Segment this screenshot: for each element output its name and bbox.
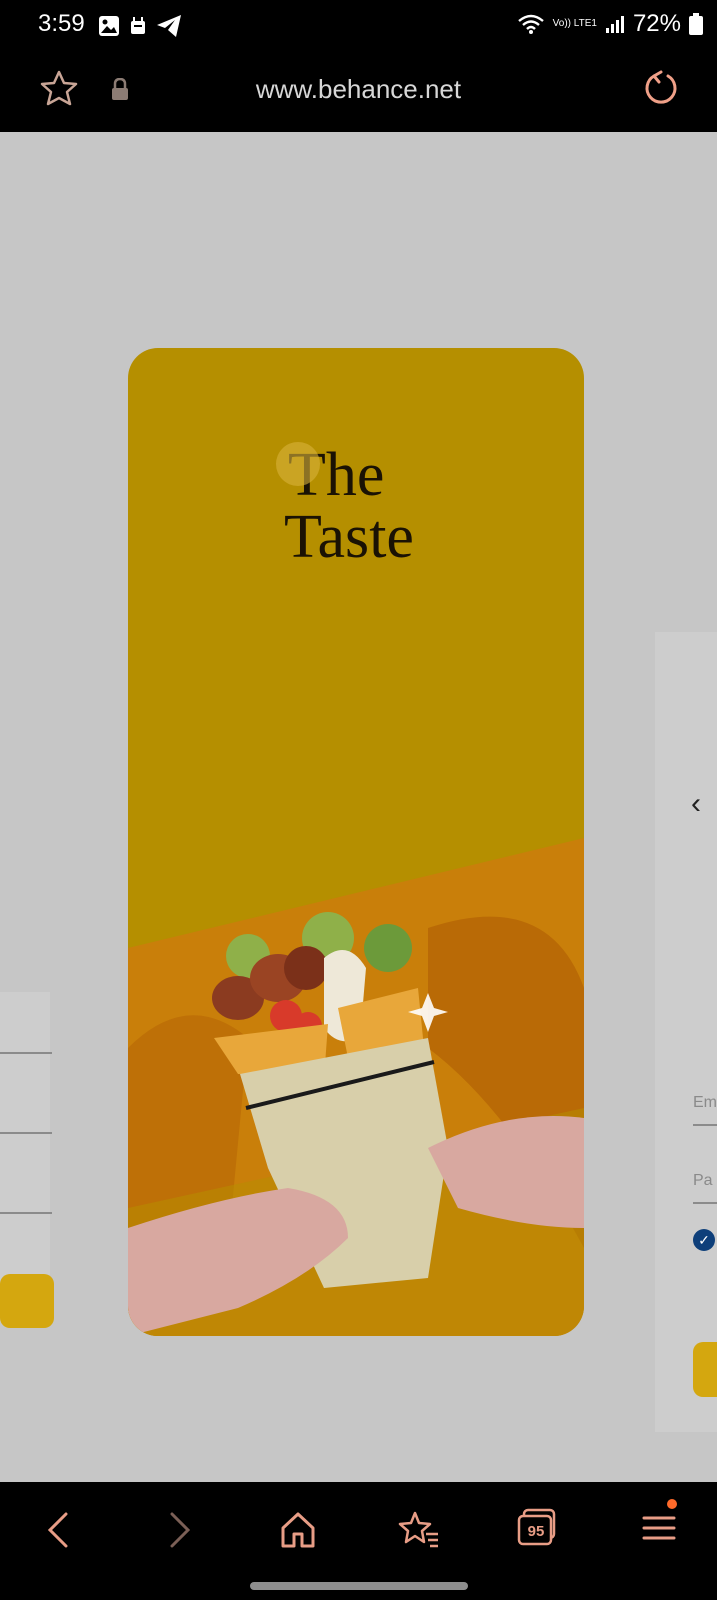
password-label: Pa (693, 1172, 713, 1189)
battery-icon (689, 13, 703, 35)
left-preview-screen (0, 992, 54, 1328)
status-time: 3:59 (38, 10, 85, 37)
page-content: ‹ Em Pa ✓ The Taste (0, 132, 717, 1482)
gesture-bar[interactable] (250, 1582, 468, 1590)
gallery-icon (99, 16, 119, 36)
back-chevron-icon: ‹ (691, 787, 701, 820)
field-underline (0, 1052, 52, 1054)
bookmarks-icon[interactable] (398, 1510, 440, 1550)
right-preview-screen: ‹ Em Pa ✓ (655, 632, 717, 1432)
field-underline (693, 1124, 717, 1126)
forward-icon[interactable] (164, 1510, 194, 1550)
reload-icon[interactable] (641, 68, 681, 108)
tabs-button[interactable]: 95 (516, 1508, 558, 1548)
preview-button (0, 1274, 54, 1328)
field-underline (0, 1132, 52, 1134)
wrap-illustration (128, 442, 584, 1336)
system-status: Vo)) LTE1 72% (517, 10, 703, 38)
wifi-icon (517, 14, 544, 34)
calendar-icon (131, 17, 145, 34)
splash-card: The Taste (128, 348, 584, 1336)
field-underline (693, 1202, 717, 1204)
lte-indicator: Vo)) LTE1 (552, 18, 597, 29)
signal-icon (605, 16, 624, 33)
url-text[interactable]: www.behance.net (0, 74, 717, 105)
notification-icons (98, 14, 182, 38)
back-icon[interactable] (44, 1510, 74, 1550)
email-label: Em (693, 1094, 717, 1111)
home-icon[interactable] (280, 1510, 316, 1550)
preview-button (693, 1342, 717, 1397)
checkbox-checked-icon: ✓ (693, 1229, 715, 1251)
telegram-icon (157, 15, 181, 37)
battery-percent: 72% (632, 10, 681, 37)
browser-url-bar: www.behance.net (0, 50, 717, 132)
field-underline (0, 1212, 52, 1214)
menu-button[interactable] (640, 1496, 680, 1546)
menu-icon (642, 1499, 677, 1540)
status-bar: 3:59 Vo)) LTE1 72% (0, 0, 717, 50)
tabs-count: 95 (527, 1523, 545, 1540)
